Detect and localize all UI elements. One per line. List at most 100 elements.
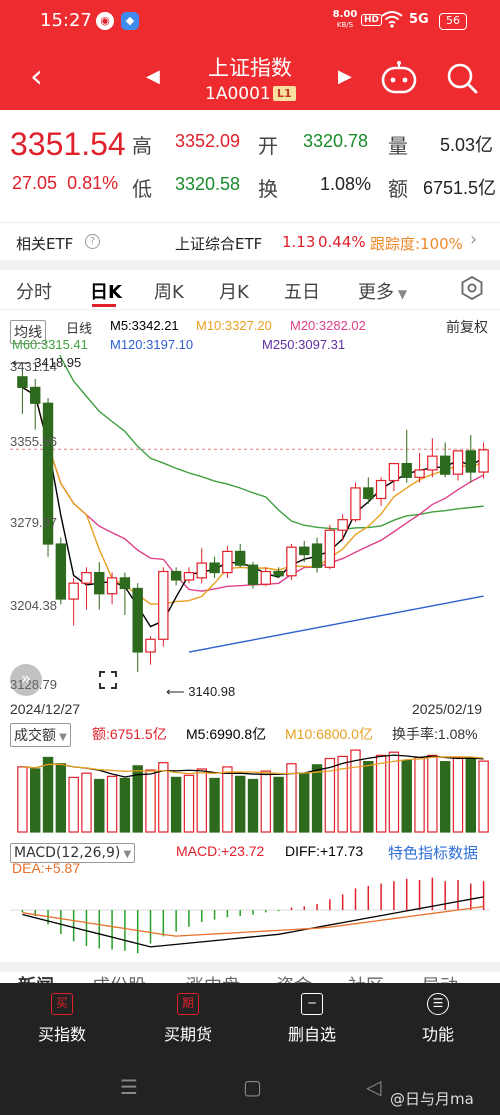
macd-indicator-label: MACD(12,26,9) — [14, 845, 121, 861]
tab-more[interactable]: 更多 ▼ — [358, 278, 407, 304]
volume-bar — [30, 768, 41, 833]
tab-five-day[interactable]: 五日 — [284, 278, 320, 304]
candle-body — [414, 469, 425, 478]
candle-body — [158, 570, 169, 640]
collapse-panel-button[interactable]: » — [10, 664, 42, 696]
home-nav-icon[interactable]: ▢ — [243, 1075, 262, 1099]
volume-m10: M10:6800.0亿 — [285, 726, 373, 742]
tab-fenshi[interactable]: 分时 — [16, 278, 52, 304]
volume-label: 量 — [388, 134, 408, 158]
open-label: 开 — [258, 134, 278, 158]
volume-bar — [439, 761, 451, 833]
ma60-value: M60:3315.41 — [12, 337, 88, 352]
candle-body — [311, 543, 323, 568]
volume-bar — [94, 778, 105, 833]
next-stock-button[interactable]: ▶ — [338, 66, 352, 87]
candle-body — [81, 571, 92, 584]
low-value: 3320.58 — [175, 174, 241, 194]
ma5-value: M5:3342.21 — [110, 318, 179, 333]
candle-body — [260, 570, 272, 585]
function-button[interactable]: ☰ 功能 — [388, 993, 488, 1053]
buy-index-label: 买指数 — [37, 1025, 86, 1044]
volume-bar — [452, 756, 464, 833]
turnover-rate: 换手率:1.08% — [392, 726, 478, 742]
kline-chart[interactable] — [0, 355, 500, 700]
macd-chart[interactable] — [0, 870, 500, 960]
candle-body — [234, 550, 246, 566]
signal-icon: 5G — [409, 12, 429, 27]
back-nav-icon[interactable]: ◁ — [366, 1075, 381, 1099]
info-icon[interactable]: ? — [85, 234, 100, 249]
candle-body — [247, 564, 259, 585]
assistant-robot-icon[interactable] — [380, 60, 418, 96]
volume-chart[interactable] — [0, 744, 500, 834]
etf-tracking: 跟踪度:100% — [370, 235, 463, 253]
volume-bar — [324, 757, 336, 833]
volume-bar — [106, 775, 118, 833]
volume-bar — [42, 756, 54, 833]
etf-change: 0.44% — [318, 233, 366, 251]
ma-period: 日线 — [66, 321, 93, 336]
candle-body — [94, 571, 105, 595]
macd-value: MACD:+23.72 — [176, 843, 265, 859]
ma60-line — [59, 355, 484, 531]
tab-week-k[interactable]: 周K — [154, 278, 184, 304]
function-label: 功能 — [421, 1025, 454, 1044]
change-percent: 0.81% — [67, 173, 119, 193]
candle-body — [68, 582, 79, 600]
notification-app-icon: ◉ — [96, 12, 114, 30]
etf-price: 1.13 — [282, 233, 316, 251]
level-badge: L1 — [273, 86, 296, 101]
buy-futures-button[interactable]: 期买期货 — [138, 993, 238, 1053]
volume-bar — [81, 772, 92, 833]
candle-body — [119, 577, 131, 590]
ma10-value: M10:3327.20 — [196, 318, 272, 333]
candle-body — [401, 462, 412, 478]
search-icon[interactable] — [444, 60, 480, 96]
candle-body — [350, 487, 361, 521]
chart-settings-icon[interactable] — [460, 275, 484, 301]
divider — [0, 309, 500, 310]
ma120-line — [188, 595, 484, 653]
caret-down-icon: ▼ — [56, 732, 67, 743]
divider — [0, 260, 500, 270]
chevron-right-icon[interactable]: › — [470, 229, 477, 250]
candle-body — [286, 546, 297, 577]
tab-day-k[interactable]: 日K — [90, 278, 122, 304]
volume-bar — [209, 777, 220, 833]
volume-bar — [273, 776, 284, 833]
caret-down-icon: ▼ — [394, 287, 408, 301]
fullscreen-icon[interactable] — [92, 664, 124, 696]
feature-indicator-link[interactable]: 特色指标数据 — [388, 842, 478, 863]
ma20-line — [22, 386, 484, 592]
volume-indicator-label: 成交额 — [14, 728, 56, 744]
max-price-marker: ⟵ 3418.95 — [12, 355, 82, 370]
price-adjust-toggle[interactable]: 前复权 — [446, 317, 488, 337]
header-bar: 15:27 ◉ ◆ 8.00 KB/S HD 5G 56 ‹ ◀ 上证指数 1A0… — [0, 0, 500, 110]
volume-bar — [427, 754, 438, 833]
candle-body — [55, 543, 67, 600]
volume-bar — [465, 757, 476, 833]
end-date: 2025/02/19 — [412, 701, 483, 717]
price-axis-label: 3355.56 — [10, 434, 57, 449]
divider — [0, 962, 500, 972]
menu-nav-icon[interactable]: ☰ — [120, 1075, 138, 1099]
etf-label: 相关ETF — [16, 235, 74, 253]
remove-watchlist-button[interactable]: ─ 删自选 — [262, 993, 362, 1053]
related-etf-row[interactable]: 相关ETF ? 上证综合ETF 1.13 0.44% 跟踪度:100% › — [0, 222, 500, 260]
candle-body — [363, 487, 374, 500]
turnover-label: 换 — [258, 177, 278, 201]
volume-bar — [234, 775, 246, 833]
volume-value: 5.03亿 — [440, 135, 494, 155]
caret-down-icon: ▼ — [120, 849, 132, 860]
etf-name: 上证综合ETF — [175, 235, 263, 253]
tab-month-k[interactable]: 月K — [219, 278, 249, 304]
notification-app2-icon: ◆ — [121, 12, 139, 30]
volume-bar — [363, 761, 374, 833]
candle-body — [209, 562, 220, 574]
volume-bar — [260, 770, 272, 833]
buy-index-button[interactable]: 买买指数 — [12, 993, 112, 1053]
price-axis-label: 3204.38 — [10, 598, 57, 613]
remove-watchlist-label: 删自选 — [287, 1025, 336, 1044]
watermark: @日与月ma — [390, 1090, 474, 1108]
